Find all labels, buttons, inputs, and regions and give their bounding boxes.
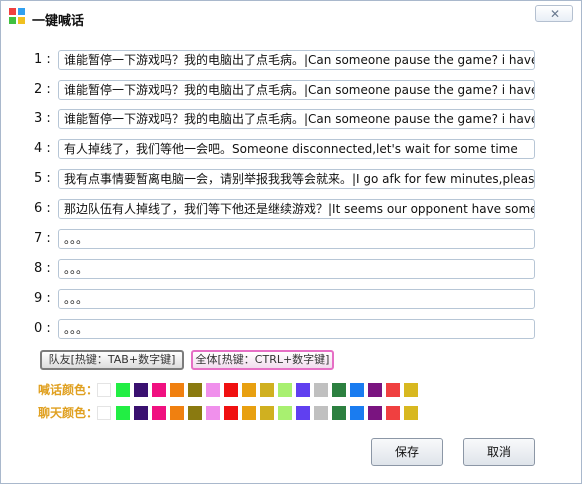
save-button[interactable]: 保存 bbox=[371, 438, 443, 466]
shout-color-swatch[interactable] bbox=[206, 383, 220, 397]
row-number-label: 0 : bbox=[34, 321, 51, 336]
title-bar: 一键喊话 ✕ bbox=[1, 1, 581, 33]
shout-color-swatch[interactable] bbox=[296, 383, 310, 397]
shout-color-swatch[interactable] bbox=[332, 383, 346, 397]
chat-color-swatch[interactable] bbox=[206, 406, 220, 420]
message-input-7[interactable]: 。。。 bbox=[58, 229, 535, 249]
chat-color-swatch[interactable] bbox=[386, 406, 400, 420]
chat-color-swatch[interactable] bbox=[404, 406, 418, 420]
shout-color-swatch[interactable] bbox=[368, 383, 382, 397]
shout-color-swatch[interactable] bbox=[278, 383, 292, 397]
chat-color-swatch[interactable] bbox=[224, 406, 238, 420]
chat-color-swatch[interactable] bbox=[242, 406, 256, 420]
row-number-label: 1 : bbox=[34, 52, 51, 67]
team-hotkey-button[interactable]: 队友[热键：TAB+数字键] bbox=[40, 350, 184, 370]
chat-color-swatch[interactable] bbox=[97, 406, 111, 420]
shout-color-swatch[interactable] bbox=[134, 383, 148, 397]
chat-color-swatch[interactable] bbox=[152, 406, 166, 420]
chat-color-swatch[interactable] bbox=[368, 406, 382, 420]
chat-color-swatch[interactable] bbox=[116, 406, 130, 420]
message-input-4[interactable]: 有人掉线了，我们等他一会吧。Someone disconnected,let's… bbox=[58, 139, 535, 159]
shout-color-swatch[interactable] bbox=[188, 383, 202, 397]
window-title: 一键喊话 bbox=[32, 14, 85, 29]
close-button[interactable]: ✕ bbox=[535, 5, 573, 22]
close-icon: ✕ bbox=[550, 7, 561, 21]
shout-color-swatch[interactable] bbox=[242, 383, 256, 397]
chat-color-swatch[interactable] bbox=[350, 406, 364, 420]
chat-color-swatch[interactable] bbox=[314, 406, 328, 420]
row-number-label: 4 : bbox=[34, 141, 51, 156]
chat-color-swatch[interactable] bbox=[134, 406, 148, 420]
row-number-label: 6 : bbox=[34, 201, 51, 216]
chat-color-label: 聊天颜色： bbox=[38, 406, 99, 420]
shout-color-swatch[interactable] bbox=[224, 383, 238, 397]
shout-color-swatch[interactable] bbox=[314, 383, 328, 397]
message-input-2[interactable]: 谁能暂停一下游戏吗？我的电脑出了点毛病。|Can someone pause t… bbox=[58, 80, 535, 100]
shout-color-swatch[interactable] bbox=[350, 383, 364, 397]
message-input-5[interactable]: 我有点事情要暂离电脑一会，请别举报我我等会就来。|I go afk for fe… bbox=[58, 169, 535, 189]
shout-color-swatch[interactable] bbox=[386, 383, 400, 397]
message-input-10[interactable]: 。。。 bbox=[58, 319, 535, 339]
chat-color-swatch[interactable] bbox=[278, 406, 292, 420]
row-number-label: 5 : bbox=[34, 171, 51, 186]
message-input-1[interactable]: 谁能暂停一下游戏吗？我的电脑出了点毛病。|Can someone pause t… bbox=[58, 50, 535, 70]
shout-color-swatch[interactable] bbox=[152, 383, 166, 397]
dialog-window: 一键喊话 ✕ 1 : 谁能暂停一下游戏吗？我的电脑出了点毛病。|Can someo… bbox=[0, 0, 582, 484]
app-icon bbox=[9, 8, 25, 24]
row-number-label: 9 : bbox=[34, 291, 51, 306]
shout-color-swatch[interactable] bbox=[116, 383, 130, 397]
chat-color-swatch[interactable] bbox=[296, 406, 310, 420]
shout-color-label: 喊话颜色： bbox=[38, 383, 99, 397]
row-number-label: 7 : bbox=[34, 231, 51, 246]
message-input-6[interactable]: 那边队伍有人掉线了，我们等下他还是继续游戏？|It seems our oppo… bbox=[58, 199, 535, 219]
shout-color-swatch[interactable] bbox=[404, 383, 418, 397]
row-number-label: 8 : bbox=[34, 261, 51, 276]
row-number-label: 3 : bbox=[34, 111, 51, 126]
cancel-button[interactable]: 取消 bbox=[463, 438, 535, 466]
shout-color-swatch[interactable] bbox=[170, 383, 184, 397]
all-hotkey-button[interactable]: 全体[热键：CTRL+数字键] bbox=[191, 350, 334, 370]
chat-color-swatch[interactable] bbox=[332, 406, 346, 420]
chat-color-swatch[interactable] bbox=[260, 406, 274, 420]
message-input-8[interactable]: 。。。 bbox=[58, 259, 535, 279]
shout-color-swatch[interactable] bbox=[97, 383, 111, 397]
message-input-9[interactable]: 。。。 bbox=[58, 289, 535, 309]
message-input-3[interactable]: 谁能暂停一下游戏吗？我的电脑出了点毛病。|Can someone pause t… bbox=[58, 109, 535, 129]
row-number-label: 2 : bbox=[34, 82, 51, 97]
chat-color-swatch[interactable] bbox=[188, 406, 202, 420]
chat-color-swatch[interactable] bbox=[170, 406, 184, 420]
shout-color-swatch[interactable] bbox=[260, 383, 274, 397]
